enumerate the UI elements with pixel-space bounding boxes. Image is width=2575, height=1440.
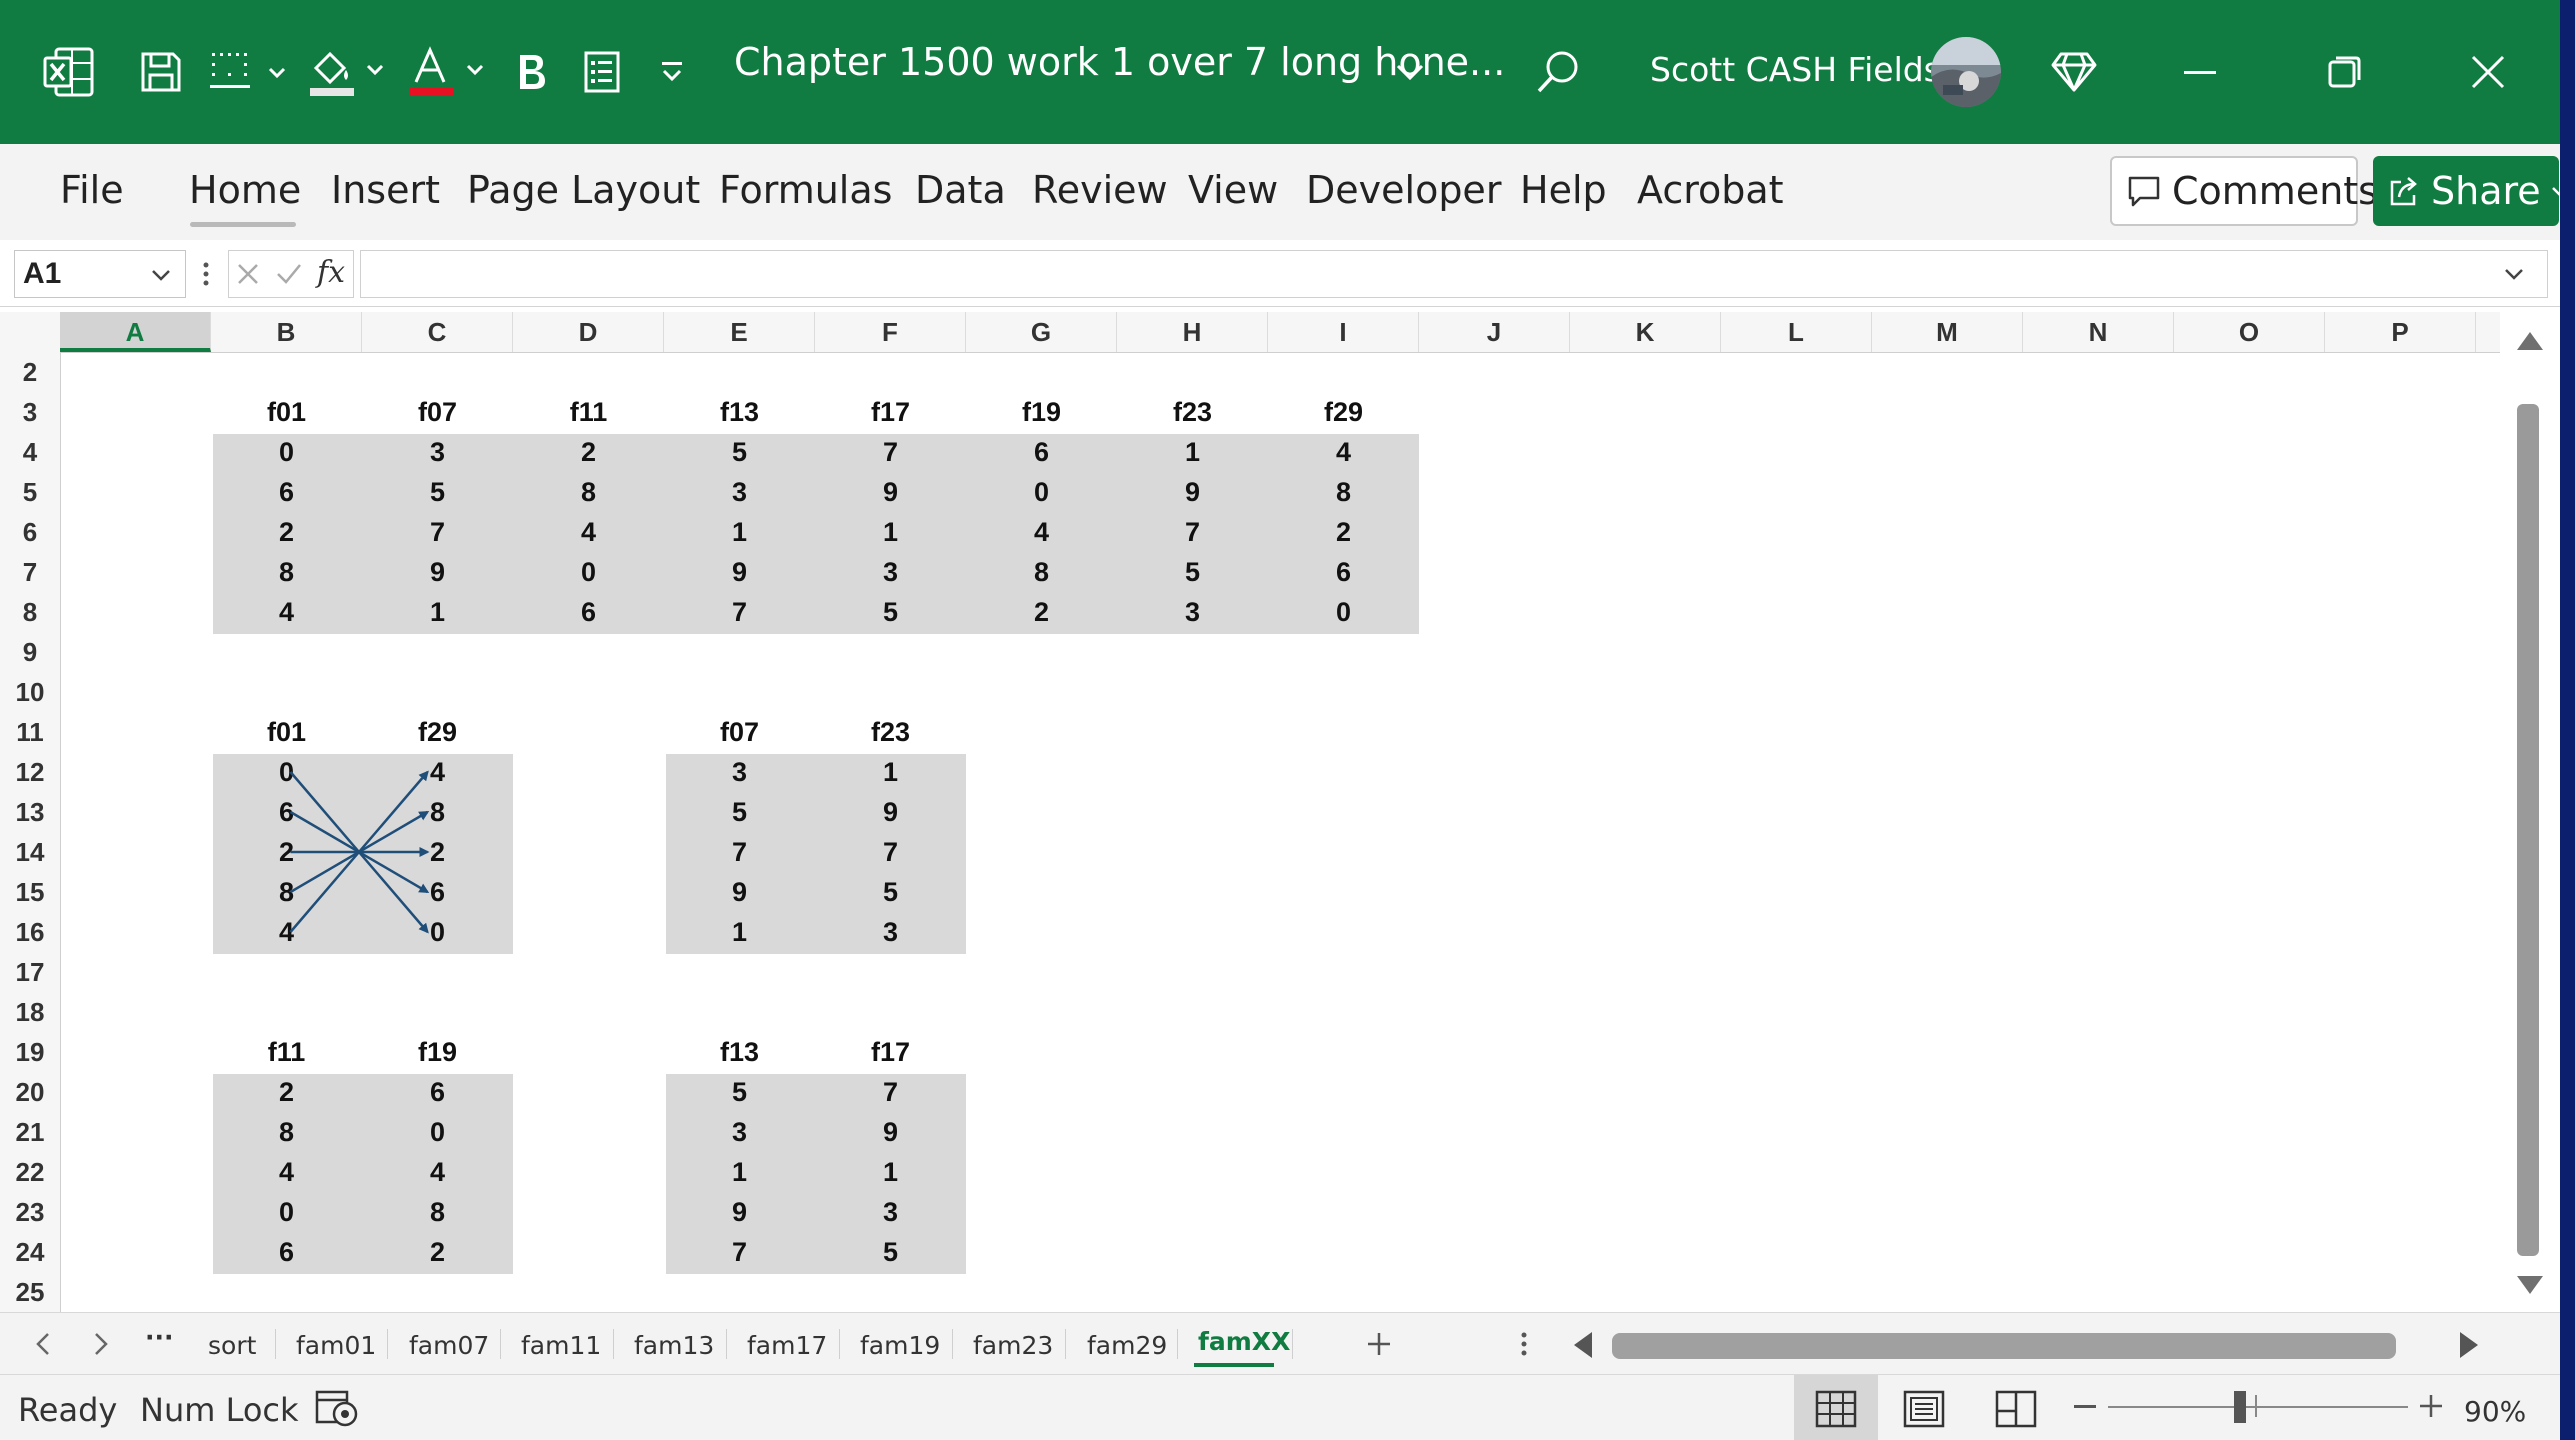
comments-button[interactable]: Comments (2110, 156, 2378, 226)
excel-logo-icon (36, 30, 102, 114)
insert-function-button[interactable]: fx (317, 255, 345, 290)
tab-data[interactable]: Data (915, 168, 1006, 212)
user-name[interactable]: Scott CASH Fields (1650, 50, 1941, 89)
previous-sheet-icon[interactable] (32, 1329, 54, 1359)
spreadsheet-grid[interactable]: ABCDEFGHIJKLMNOP 2 3 4 5 6 7 8 9 10 11 12 13 14 15 16 1… (0, 312, 2500, 1312)
avatar[interactable] (1930, 30, 2002, 114)
tab-divider (726, 1329, 727, 1359)
comments-label: Comments (2172, 169, 2378, 213)
tab-file[interactable]: File (60, 168, 124, 212)
tab-divider (500, 1329, 501, 1359)
sheet-tab-fam07[interactable]: fam07 (409, 1331, 489, 1360)
tab-divider (1177, 1329, 1178, 1359)
status-bar: Ready Num Lock 90% (0, 1374, 2560, 1440)
tab-review[interactable]: Review (1032, 168, 1168, 212)
tab-divider (387, 1329, 388, 1359)
excel-window: Chapter 1500 work 1 over 7 long hone... … (0, 0, 2560, 1440)
form-icon[interactable] (576, 30, 628, 114)
formula-controls: fx (228, 250, 354, 298)
sheet-tab-fam11[interactable]: fam11 (521, 1331, 601, 1360)
zoom-in-icon[interactable] (2418, 1393, 2444, 1419)
font-color-icon[interactable] (404, 30, 494, 114)
name-box[interactable]: A1 (14, 250, 186, 298)
more-options-icon[interactable] (200, 260, 212, 288)
cancel-icon[interactable] (235, 261, 261, 287)
tab-help[interactable]: Help (1520, 168, 1607, 212)
comment-icon (2126, 173, 2162, 209)
crossing-arrows (289, 770, 430, 934)
expand-formula-bar-icon[interactable] (2502, 262, 2526, 286)
tab-acrobat[interactable]: Acrobat (1637, 168, 1784, 212)
tab-developer[interactable]: Developer (1306, 168, 1501, 212)
normal-view-button[interactable] (1794, 1375, 1878, 1440)
tab-divider (839, 1329, 840, 1359)
restore-icon[interactable] (2314, 30, 2374, 114)
zoom-out-icon[interactable] (2074, 1405, 2096, 1408)
scroll-down-arrow-icon[interactable] (2515, 1274, 2545, 1298)
zoom-level[interactable]: 90% (2464, 1395, 2526, 1428)
active-tab-indicator (190, 222, 296, 227)
save-icon[interactable] (132, 30, 190, 114)
name-box-chevron-icon[interactable] (149, 263, 173, 287)
bold-icon[interactable] (508, 30, 554, 114)
tab-formulas[interactable]: Formulas (719, 168, 892, 212)
scroll-left-arrow-icon[interactable] (1570, 1330, 1596, 1360)
tab-divider (1065, 1329, 1066, 1359)
tab-divider (952, 1329, 953, 1359)
sheet-tab-sort[interactable]: sort (208, 1331, 256, 1360)
borders-icon[interactable] (206, 30, 296, 114)
share-label: Share (2431, 169, 2541, 213)
next-sheet-icon[interactable] (90, 1329, 112, 1359)
title-chevron-down-icon[interactable] (1386, 30, 1434, 114)
ready-status: Ready (18, 1391, 118, 1429)
sheet-tab-fam17[interactable]: fam17 (747, 1331, 827, 1360)
add-sheet-icon[interactable] (1364, 1329, 1394, 1359)
active-sheet-indicator (1194, 1363, 1274, 1367)
page-break-view-icon[interactable] (1994, 1389, 2038, 1429)
share-icon (2387, 173, 2423, 209)
vertical-scroll-thumb[interactable] (2517, 404, 2539, 1256)
share-button[interactable]: Share (2373, 156, 2560, 226)
tab-insert[interactable]: Insert (331, 168, 440, 212)
formula-bar: A1 fx (0, 240, 2560, 307)
sheet-tab-fam23[interactable]: fam23 (973, 1331, 1053, 1360)
normal-view-icon (1815, 1390, 1857, 1428)
vertical-scrollbar[interactable] (2503, 312, 2560, 1312)
tab-home[interactable]: Home (189, 168, 301, 212)
minimize-icon[interactable] (2170, 30, 2230, 114)
tab-options-icon[interactable] (1518, 1329, 1530, 1359)
sheet-tab-famxx[interactable]: famXX (1198, 1327, 1290, 1356)
num-lock-status: Num Lock (140, 1391, 299, 1429)
customize-toolbar-icon[interactable] (652, 30, 692, 114)
accessibility-icon[interactable] (314, 1387, 360, 1429)
enter-icon[interactable] (275, 261, 303, 287)
zoom-slider-track[interactable] (2108, 1406, 2408, 1408)
zoom-slider-center-tick (2255, 1395, 2257, 1417)
sheet-tab-fam19[interactable]: fam19 (860, 1331, 940, 1360)
ribbon-tabs: File Home Insert Page Layout Formulas Da… (0, 144, 2560, 241)
share-chevron-icon[interactable] (2549, 180, 2560, 202)
scroll-right-arrow-icon[interactable] (2456, 1330, 2482, 1360)
diamond-icon[interactable] (2044, 30, 2104, 114)
tab-divider (613, 1329, 614, 1359)
title-bar: Chapter 1500 work 1 over 7 long hone... … (0, 0, 2560, 144)
search-icon[interactable] (1528, 30, 1590, 114)
sheet-tabs-bar: ··· sort fam01 fam07 fam11 fam13 fam17 f… (0, 1312, 2560, 1375)
sheet-tab-fam01[interactable]: fam01 (296, 1331, 376, 1360)
tab-divider (275, 1329, 276, 1359)
fill-color-icon[interactable] (304, 30, 394, 114)
horizontal-scroll-thumb[interactable] (1612, 1333, 2396, 1359)
tab-page-layout[interactable]: Page Layout (467, 168, 700, 212)
tab-view[interactable]: View (1188, 168, 1278, 212)
tab-divider (1292, 1329, 1293, 1359)
scroll-up-arrow-icon[interactable] (2515, 328, 2545, 352)
sheet-tab-fam29[interactable]: fam29 (1087, 1331, 1167, 1360)
close-icon[interactable] (2458, 30, 2518, 114)
sheet-tab-fam13[interactable]: fam13 (634, 1331, 714, 1360)
page-layout-view-icon[interactable] (1902, 1389, 1946, 1429)
name-box-value: A1 (23, 257, 62, 290)
formula-input[interactable] (360, 250, 2548, 298)
zoom-slider-thumb[interactable] (2234, 1391, 2246, 1423)
more-sheets-button[interactable]: ··· (145, 1323, 174, 1352)
